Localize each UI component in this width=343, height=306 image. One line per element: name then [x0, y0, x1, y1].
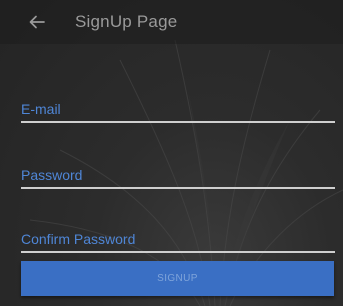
- confirm-password-field[interactable]: [21, 231, 335, 251]
- app-bar: SignUp Page: [0, 0, 343, 44]
- confirm-password-underline: [21, 251, 335, 253]
- signup-screen: SignUp Page SIGNUP: [0, 0, 343, 306]
- password-underline: [21, 187, 335, 189]
- email-field-group: [21, 101, 335, 123]
- signup-button[interactable]: SIGNUP: [21, 261, 334, 296]
- back-button[interactable]: [27, 12, 47, 32]
- email-underline: [21, 121, 335, 123]
- confirm-password-field-group: [21, 231, 335, 253]
- password-field-group: [21, 167, 335, 189]
- email-field[interactable]: [21, 101, 335, 121]
- arrow-left-icon: [29, 15, 45, 29]
- page-title: SignUp Page: [75, 12, 178, 31]
- password-field[interactable]: [21, 167, 335, 187]
